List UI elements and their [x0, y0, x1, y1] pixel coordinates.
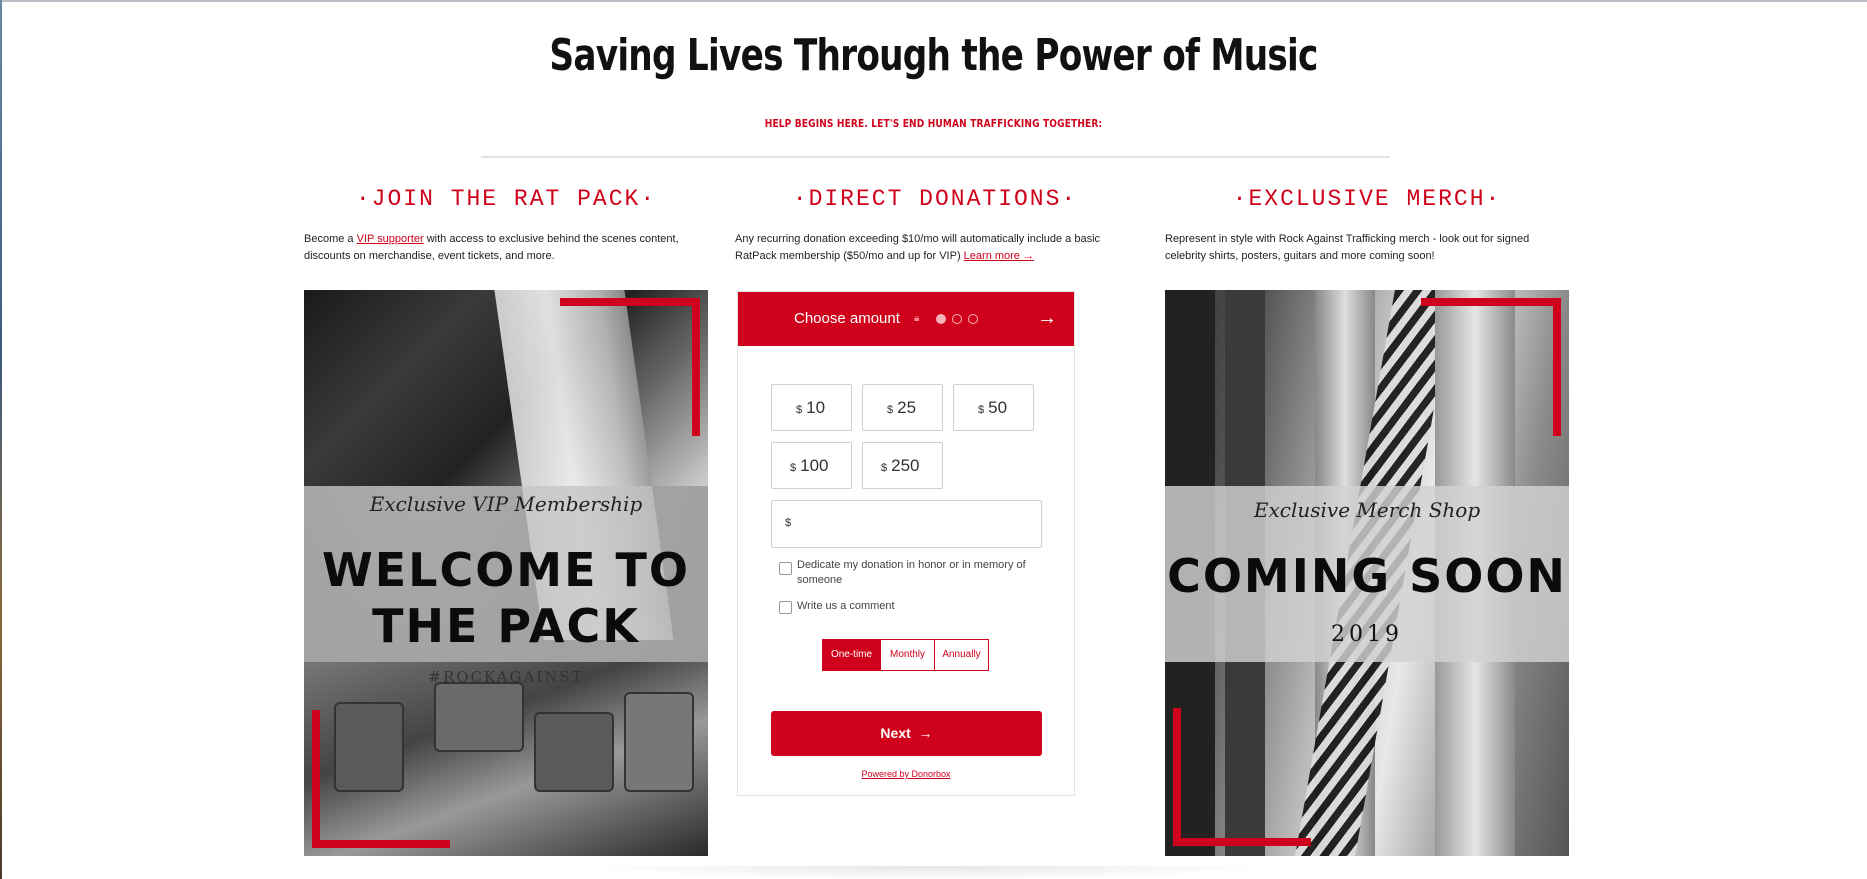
merch-shop-card[interactable]: Exclusive Merch Shop COMING SOON 2019 [1165, 290, 1569, 856]
comment-checkbox[interactable] [779, 601, 792, 614]
lock-icon: 🔒︎ [914, 313, 920, 324]
currency-symbol: $ [796, 404, 803, 416]
amount-option-25[interactable]: $25 [862, 384, 943, 431]
amount-value: 100 [800, 456, 829, 475]
red-corner-frame [560, 298, 700, 436]
step-indicator-dot [952, 314, 962, 324]
merch-card-headline: COMING SOON [1167, 549, 1567, 603]
footer-shadow [580, 866, 1280, 879]
red-corner-frame [1421, 298, 1561, 436]
donation-form: Choose amount 🔒︎ → $10 $25 $50 $100 $250… [737, 291, 1075, 796]
amount-option-250[interactable]: $250 [862, 442, 943, 489]
page-title: Saving Lives Through the Power of Music [549, 30, 1318, 81]
currency-symbol: $ [785, 517, 792, 529]
step-indicator-dot [936, 314, 946, 324]
arrow-right-icon[interactable]: → [1037, 307, 1057, 330]
pedal-shape [534, 712, 614, 792]
donations-description: Any recurring donation exceeding $10/mo … [735, 231, 1125, 265]
merch-description: Represent in style with Rock Against Tra… [1165, 233, 1530, 262]
step-indicator-dot [968, 314, 978, 324]
window-edge [0, 0, 2, 879]
vip-card-headline-line2: THE PACK [372, 599, 640, 653]
next-button[interactable]: Next → [771, 711, 1042, 756]
frequency-monthly[interactable]: Monthly [880, 639, 935, 671]
card-caption-band: Exclusive Merch Shop COMING SOON 2019 [1165, 486, 1569, 662]
top-border [0, 0, 1867, 2]
next-button-label: Next [880, 725, 911, 741]
merch-card-year: 2019 [1331, 622, 1403, 647]
currency-symbol: $ [881, 462, 888, 474]
vip-card-hashtag: #ROCKAGAINST [428, 668, 584, 686]
donations-heading: ·DIRECT DONATIONS· [792, 186, 1078, 212]
amount-option-100[interactable]: $100 [771, 442, 852, 489]
donation-form-header: Choose amount 🔒︎ → [738, 292, 1074, 346]
rat-pack-description: Become a VIP supporter with access to ex… [304, 231, 708, 265]
red-corner-frame [1173, 708, 1311, 846]
divider [481, 156, 1390, 158]
vip-membership-card[interactable]: Exclusive VIP Membership WELCOME TO THE … [304, 290, 708, 856]
page-subtitle: HELP BEGINS HERE. LET'S END HUMAN TRAFFI… [764, 117, 1103, 130]
powered-by-donorbox-link[interactable]: Powered by Donorbox [738, 769, 1074, 779]
currency-symbol: $ [978, 404, 985, 416]
learn-more-link[interactable]: Learn more → [964, 250, 1034, 262]
dedicate-checkbox[interactable] [779, 562, 792, 575]
currency-symbol: $ [790, 462, 797, 474]
comment-checkbox-label[interactable]: Write us a comment [797, 599, 1037, 614]
vip-card-headline-line1: WELCOME TO [321, 543, 691, 597]
currency-symbol: $ [887, 404, 894, 416]
rat-pack-text-before: Become a [304, 233, 357, 245]
amount-value: 10 [806, 398, 826, 417]
frequency-one-time[interactable]: One-time [822, 639, 881, 671]
pedal-shape [624, 692, 694, 792]
donations-text: Any recurring donation exceeding $10/mo … [735, 233, 1101, 262]
rat-pack-heading: ·JOIN THE RAT PACK· [355, 186, 657, 212]
amount-value: 25 [897, 398, 917, 417]
arrow-right-icon: → [914, 725, 933, 741]
card-caption-band: Exclusive VIP Membership WELCOME TO THE … [304, 486, 708, 662]
vip-card-subtitle: Exclusive VIP Membership [369, 492, 643, 516]
vip-supporter-link[interactable]: VIP supporter [357, 233, 424, 245]
merch-heading: ·EXCLUSIVE MERCH· [1232, 186, 1502, 212]
red-corner-frame [312, 710, 450, 848]
amount-option-50[interactable]: $50 [953, 384, 1034, 431]
amount-value: 250 [891, 456, 920, 475]
amount-value: 50 [988, 398, 1008, 417]
frequency-annually[interactable]: Annually [934, 639, 989, 671]
merch-card-subtitle: Exclusive Merch Shop [1253, 498, 1481, 522]
amount-option-10[interactable]: $10 [771, 384, 852, 431]
dedicate-checkbox-label[interactable]: Dedicate my donation in honor or in memo… [797, 558, 1037, 588]
custom-amount-input[interactable]: $ [771, 500, 1042, 548]
choose-amount-title: Choose amount [794, 310, 900, 327]
